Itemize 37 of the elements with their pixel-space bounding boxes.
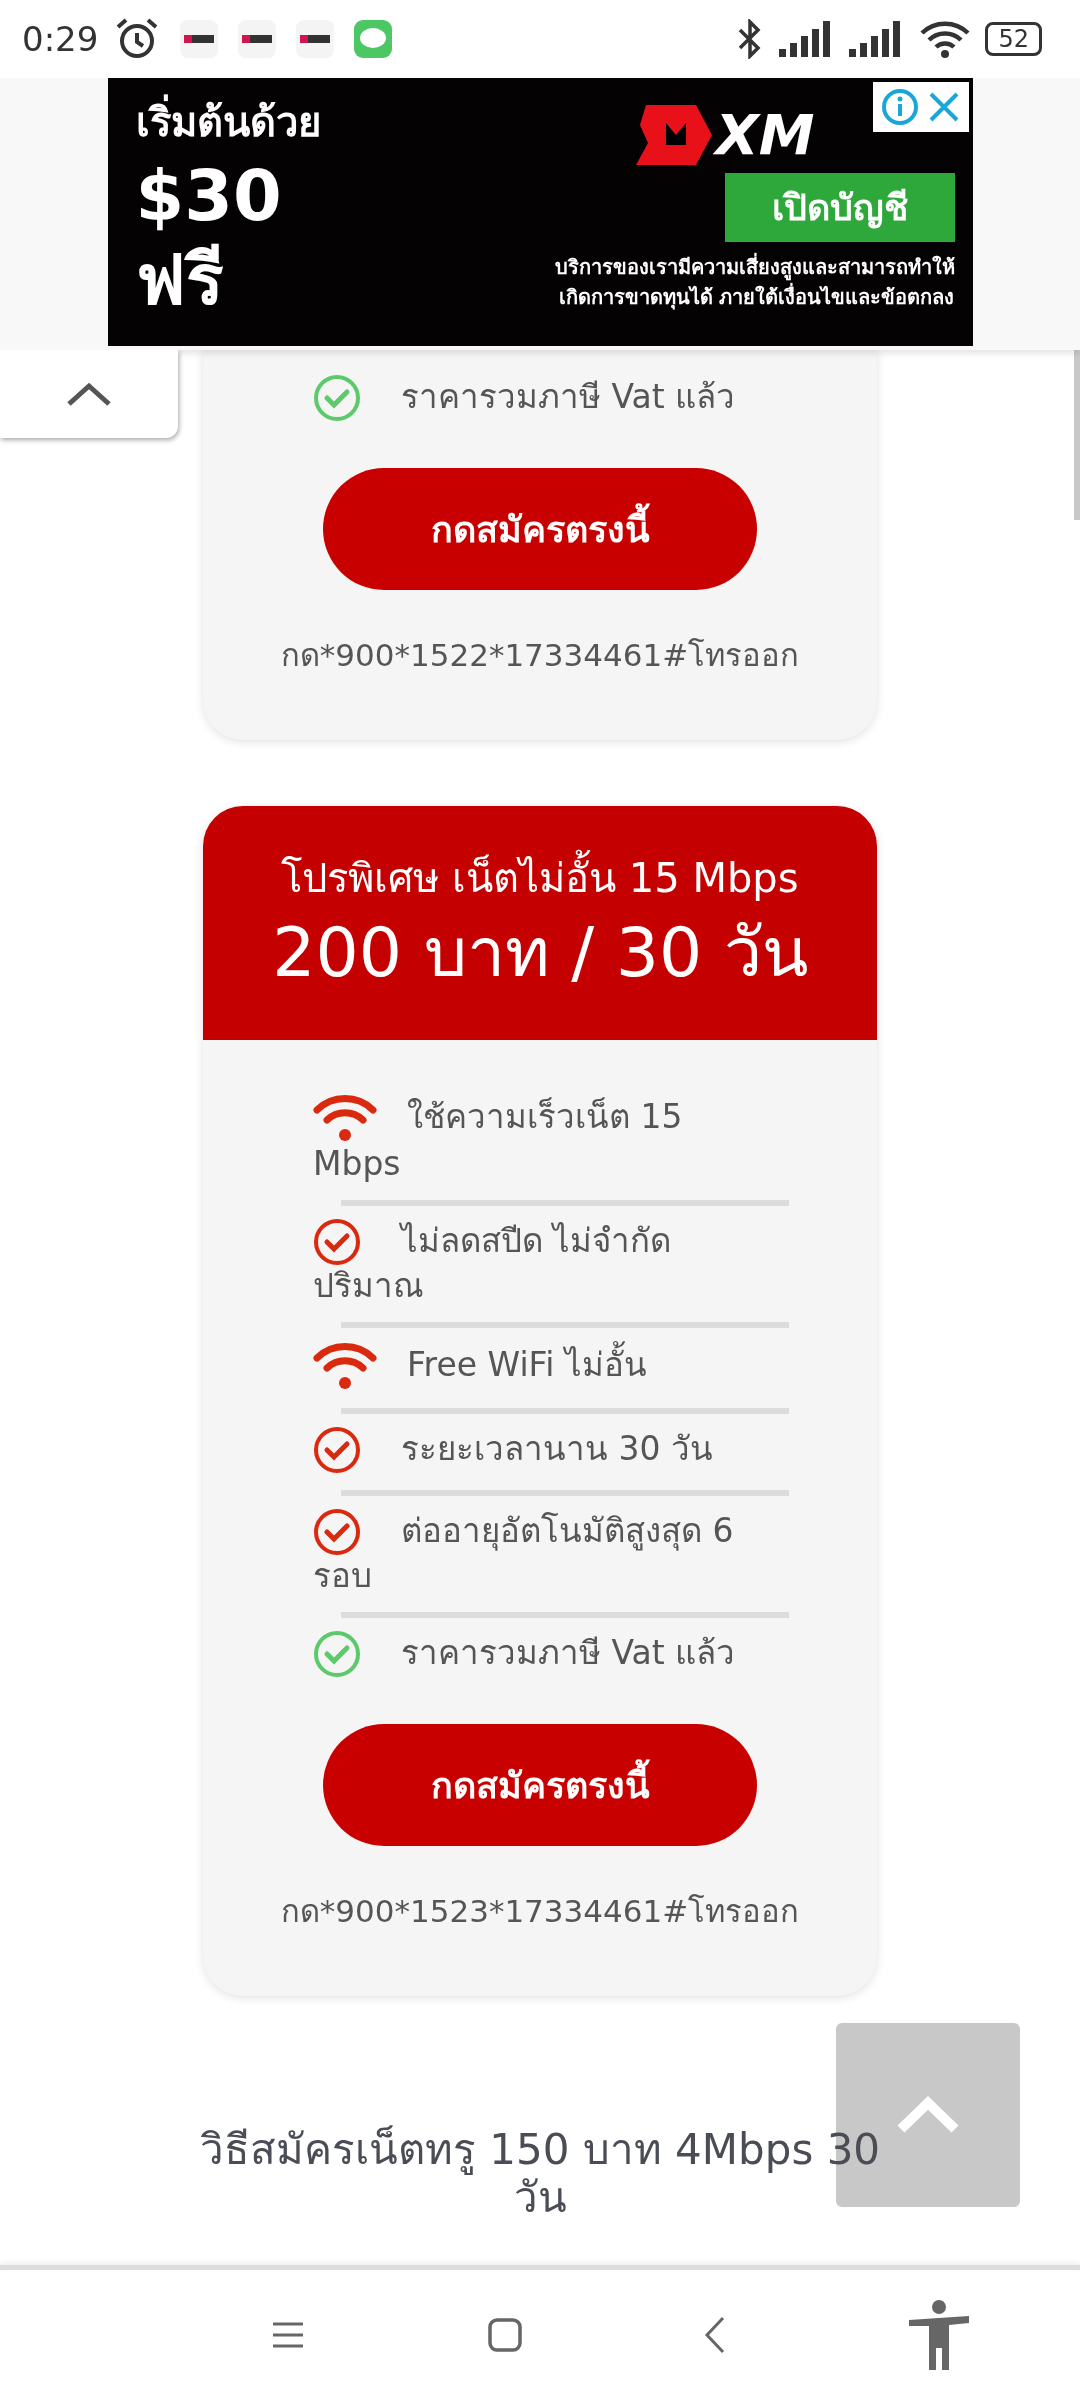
app-icon <box>238 20 277 58</box>
chat-app-icon <box>354 20 393 58</box>
home-icon[interactable] <box>487 2318 522 2352</box>
ad-amount: $30 <box>135 154 283 238</box>
collapse-ad-button[interactable] <box>0 350 178 438</box>
feature-text: ใช้ความเร็วเน็ต 15 Mbps <box>313 1096 683 1183</box>
section-heading: วิธีสมัครเน็ตทรู 150 บาท 4Mbps 30 วัน <box>198 2126 882 2222</box>
dial-code-text: กด*900*1523*17334461#โทรออก <box>280 1892 800 1931</box>
ad-brand: XM <box>715 102 815 167</box>
app-icon <box>296 20 335 58</box>
ad-free-label: ฟรี <box>135 238 225 322</box>
ad-disclaimer: บริการของเรามีความเสี่ยงสูงและสามารถทำให้ <box>554 252 955 282</box>
caret-icon <box>897 2095 959 2135</box>
signup-button[interactable]: กดสมัครตรงนี้ <box>323 1724 757 1846</box>
feature-text: ต่ออายุอัตโนมัติสูงสุด 6 รอบ <box>313 1510 734 1595</box>
signup-button[interactable]: กดสมัครตรงนี้ <box>323 468 757 590</box>
feature-text: ราคารวมภาษี Vat แล้ว <box>401 1632 736 1672</box>
app-icon <box>180 20 219 58</box>
plan-title: โปรพิเศษ เน็ตไม่อั้น 15 Mbps <box>281 848 799 908</box>
menu-icon[interactable] <box>271 2321 306 2349</box>
feature-text: ระยะเวลานาน 30 วัน <box>401 1428 713 1468</box>
back-icon[interactable] <box>704 2316 727 2354</box>
ad-cta-button[interactable]: เปิดบัญชี <box>724 173 955 242</box>
clock-time: 0:29 <box>22 19 99 59</box>
wifi-icon <box>919 19 972 59</box>
battery-level: 52 <box>985 22 1042 56</box>
caret-icon <box>65 380 113 408</box>
plan-price: 200 บาท / 30 วัน <box>272 912 808 994</box>
ad-disclaimer: เกิดการขาดทุนได้ ภายใต้เงื่อนไขและข้อตกลง <box>558 282 955 312</box>
feature-text: ไม่ลดสปีด ไม่จำกัดปริมาณ <box>313 1220 672 1305</box>
info-icon[interactable] <box>880 88 919 126</box>
feature-text: ราคารวมภาษี Vat แล้ว <box>401 376 736 416</box>
ad-headline: เริ่มต้นด้วย <box>135 90 466 154</box>
ad-controls[interactable] <box>872 82 969 132</box>
dial-code-text: กด*900*1522*17334461#โทรออก <box>280 636 800 675</box>
accessibility-icon[interactable] <box>908 2300 969 2370</box>
ad-banner[interactable]: เริ่มต้นด้วย $30 ฟรี XM เปิดบัญชี บริการของเรามีความเสี่ยงสูงและสามารถทำให้ เกิดการขาดทุนได้ ภายใต้เงื่อนไขและข้อตกลง <box>107 78 973 346</box>
